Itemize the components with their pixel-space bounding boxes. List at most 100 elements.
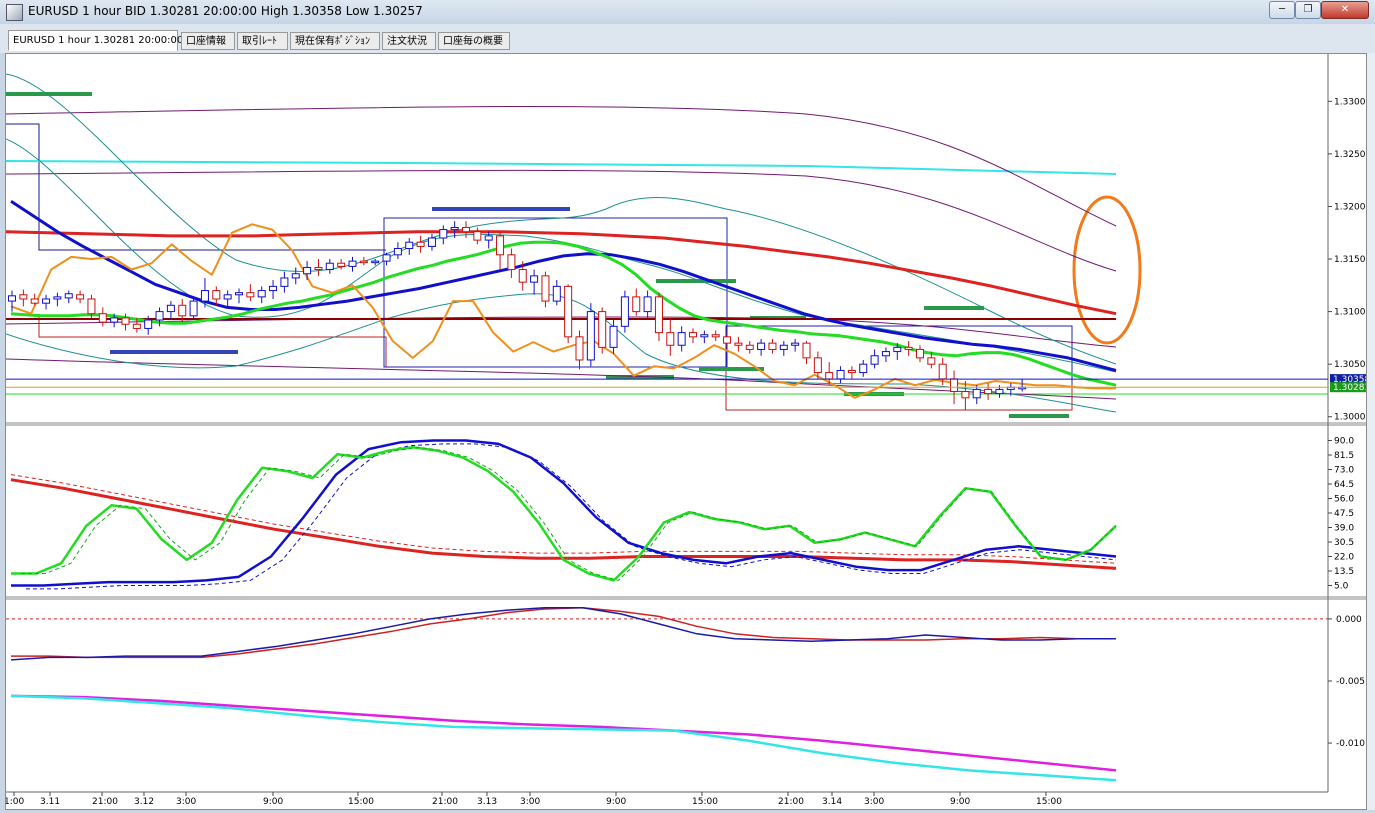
macd-magenta-line [10,694,1117,772]
candle-body [496,235,505,256]
osc-tick-label: 22.0 [1334,552,1354,562]
tab-bar: EURUSD 1 hour 1.30281 20:00:00 口座情報 取引ﾚｰ… [0,24,1375,53]
candle-body [212,290,221,300]
window-title: EURUSD 1 hour BID 1.30281 20:00:00 High … [28,4,423,18]
candle-body [779,344,788,350]
candle-body [223,294,232,300]
macd-tick-label: 0.000 [1336,615,1362,625]
candle-body [303,266,312,275]
app-icon [6,4,23,21]
candle-body [916,348,924,359]
candle-body [19,294,28,300]
candle-body [859,363,868,374]
osc-red-signal [10,474,1117,564]
candle-body [984,388,993,395]
candle-body [541,275,550,302]
chart-canvas[interactable]: 1.33000 1.32500 1.32000 1.31500 1.31000 1.305… [4,54,1371,809]
candle-body [609,325,618,348]
time-axis: 1:00 3.11 21:00 3.12 3:00 9:00 15:00 21:00 3.13 3… [4,792,1062,807]
candle-body [280,277,289,287]
candle-body [439,229,448,239]
time-tick-label: 3.12 [134,797,154,807]
candle-body [8,295,16,302]
price-tick-label: 1.30500 [1334,360,1366,370]
time-tick-label: 21:00 [778,797,804,807]
time-tick-label: 3.13 [477,797,497,807]
time-tick-label: 9:00 [950,797,970,807]
time-tick-label: 15:00 [348,797,374,807]
candle-body [87,298,96,315]
tab-order-status[interactable]: 注文状況 [382,32,436,50]
candle-body [110,317,119,323]
candle-body [257,290,266,298]
tab-account-info[interactable]: 口座情報 [181,32,235,50]
price-tick-label: 1.32000 [1334,202,1366,212]
macd-pane [6,606,1328,782]
candle-body [291,273,300,279]
tab-account-summary[interactable]: 口座毎の概要 [438,32,510,50]
vertical-scrollbar[interactable] [1367,53,1375,810]
time-tick-label: 9:00 [263,797,283,807]
candle-body [620,296,629,327]
candle-body [632,296,641,313]
time-tick-label: 3:00 [520,797,540,807]
close-button[interactable]: ✕ [1321,1,1369,19]
tab-eurusd-chart[interactable]: EURUSD 1 hour 1.30281 20:00:00 [8,30,183,51]
candle-body [473,231,482,241]
tab-open-positions[interactable]: 現在保有ﾎﾟｼﾞｼｮﾝ [290,32,380,50]
osc-blue-signal [26,443,1117,590]
candle-body [382,254,391,262]
tab-trade-rates[interactable]: 取引ﾚｰﾄ [237,32,288,50]
candle-body [484,235,493,241]
candle-body [530,275,539,283]
candle-body [575,336,584,361]
price-axis: 1.33000 1.32500 1.32000 1.31500 1.31000 1.305… [1328,97,1371,423]
candle-body [666,332,675,346]
time-tick-label: 15:00 [692,797,718,807]
candle-body [235,292,243,296]
candle-body [200,290,209,302]
candle-body [325,262,334,271]
ask-marker: 1.30358 [6,374,1370,385]
candle-body [700,334,709,338]
candle-body [711,334,720,338]
osc-tick-label: 39.0 [1334,523,1354,533]
candle-body [689,332,697,338]
candle-body [53,296,62,300]
time-tick-label: 1:00 [6,797,24,807]
candle-body [518,269,527,283]
time-tick-label: 9:00 [606,797,626,807]
chart-window[interactable]: 1.33000 1.32500 1.32000 1.31500 1.31000 1.305… [4,53,1371,810]
candle-body [166,304,175,313]
candle-body [405,241,414,250]
candle-body [723,336,732,344]
minimize-button[interactable]: ─ [1269,1,1295,19]
osc-tick-label: 30.5 [1334,538,1354,548]
candle-body [598,311,607,348]
candle-body [768,342,777,350]
candle-body [450,226,459,231]
candle-body [847,369,856,374]
candle-body [427,237,436,247]
candle-body [654,296,663,334]
candle-body [121,317,130,325]
time-tick-label: 3:00 [864,797,884,807]
candle-body [462,226,470,233]
macd-cyan-line [10,694,1117,782]
bid-marker: 1.30281 [6,382,1370,393]
candle-body [881,351,890,357]
candle-body [359,260,368,264]
price-tick-label: 1.31000 [1334,308,1366,318]
candle-body [337,262,346,267]
osc-tick-label: 47.5 [1334,509,1354,519]
price-tick-label: 1.32500 [1334,150,1366,160]
restore-button[interactable]: ❐ [1295,1,1321,19]
candle-body [813,357,822,374]
ma-mid-line [10,199,1117,372]
candle-body [870,355,879,365]
macd-signal-line [11,606,1116,659]
macd-tick-label: -0.005 [1336,677,1365,687]
candle-body [745,344,754,350]
candle-body [938,363,947,380]
time-tick-label: 21:00 [432,797,458,807]
